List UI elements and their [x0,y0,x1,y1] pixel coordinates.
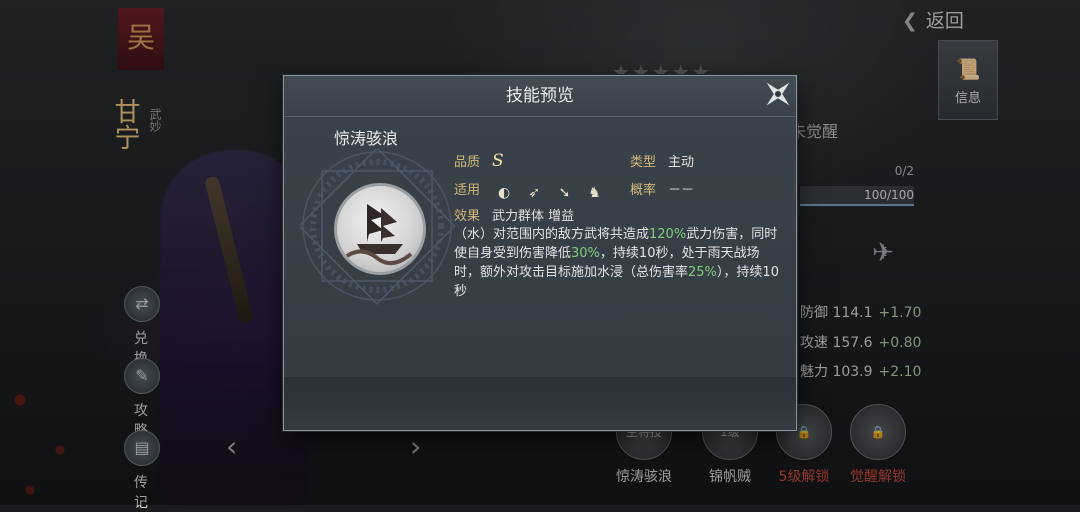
close-icon [766,82,790,106]
apply-row: 适用 ◐ ➶ ➘ ♞ [454,183,601,201]
type-row: 类型 主动 [630,155,695,170]
ship-icon [334,183,426,275]
dialog-title: 技能预览 [284,76,796,117]
spear-unit-icon: ➘ [558,185,571,201]
cavalry-unit-icon: ♞ [588,185,601,201]
bow-unit-icon: ➶ [528,185,541,201]
effect-row: 效果 武力群体 增益 [454,209,575,224]
rate-row: 概率 －－ [630,183,695,198]
skill-emblem [300,149,460,309]
dialog-body: 惊涛骇浪 品质 S 类型 主动 适用 ◐ ➶ ➘ ♞ 概率 －－ 效果 武力群体… [284,117,796,377]
skill-name: 惊涛骇浪 [334,129,399,148]
quality-row: 品质 S [454,151,504,171]
shield-unit-icon: ◐ [498,185,511,201]
skill-description: （水）对范围内的敌方武将共造成120%武力伤害，同时使自身受到伤害降低30%，持… [454,227,779,299]
close-button[interactable] [760,76,796,112]
dialog-footer [284,377,796,430]
skill-preview-dialog: 技能预览 惊涛骇浪 品质 S 类型 主动 适用 ◐ ➶ ➘ ♞ 概率 －－ 效果… [283,75,797,431]
